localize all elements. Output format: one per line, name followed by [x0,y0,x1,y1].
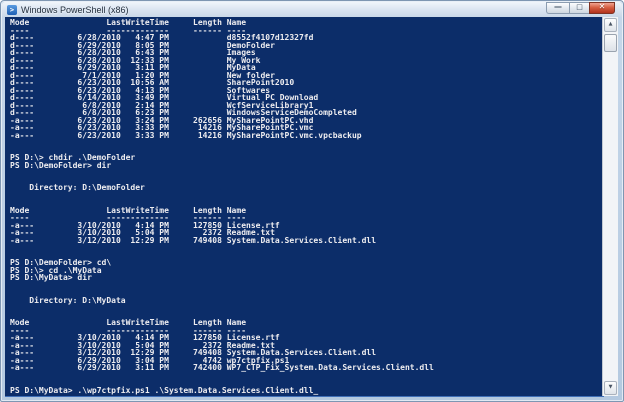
arrow-up-icon: ▲ [605,19,616,30]
title-bar[interactable]: > Windows PowerShell (x86) [2,2,622,17]
vertical-scrollbar[interactable]: ▲ ▼ [602,17,618,396]
maximize-icon: □ [576,3,583,11]
console-viewport[interactable]: Mode LastWriteTime Length Name ---- ----… [5,17,604,397]
maximize-button[interactable]: □ [569,2,589,14]
minimize-button[interactable]: — [546,2,569,14]
scrollbar-thumb[interactable] [604,34,617,52]
arrow-down-icon: ▼ [605,382,616,393]
scroll-down-button[interactable]: ▼ [604,381,617,395]
screenshot: > Windows PowerShell (x86) — □ ✕ Mode La… [0,0,624,402]
minimize-icon: — [554,3,562,11]
close-button[interactable]: ✕ [589,2,615,14]
close-icon: ✕ [599,3,606,11]
powershell-icon: > [7,5,17,15]
console-output[interactable]: Mode LastWriteTime Length Name ---- ----… [5,17,604,394]
window-title: Windows PowerShell (x86) [21,5,129,15]
caption-buttons: — □ ✕ [546,2,615,14]
powershell-window: > Windows PowerShell (x86) — □ ✕ Mode La… [0,0,624,402]
scroll-up-button[interactable]: ▲ [604,18,617,32]
